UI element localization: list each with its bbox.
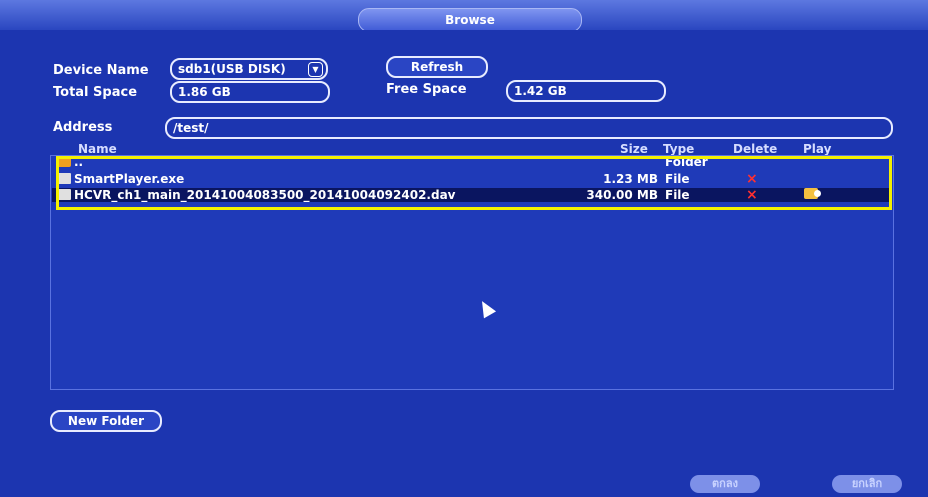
column-header-size: Size [620, 142, 648, 156]
device-name-label: Device Name [53, 63, 149, 78]
column-header-play: Play [803, 142, 832, 156]
free-space-label: Free Space [386, 82, 467, 97]
total-space-field: 1.86 GB [170, 81, 330, 103]
device-name-select[interactable]: sdb1(USB DISK) ▼ [170, 58, 328, 80]
window-title: Browse [358, 8, 582, 32]
column-header-name: Name [78, 142, 117, 156]
chevron-down-icon[interactable]: ▼ [308, 62, 323, 77]
column-header-type: Type [663, 142, 695, 156]
refresh-button[interactable]: Refresh [386, 56, 488, 78]
cancel-button[interactable]: ยกเลิก [832, 475, 902, 493]
address-label: Address [53, 120, 113, 135]
new-folder-button[interactable]: New Folder [50, 410, 162, 432]
column-header-delete: Delete [733, 142, 778, 156]
total-space-label: Total Space [53, 85, 138, 100]
address-field[interactable]: /test/ [165, 117, 893, 139]
selection-highlight [56, 156, 892, 210]
device-name-value: sdb1(USB DISK) [178, 62, 286, 76]
free-space-field: 1.42 GB [506, 80, 666, 102]
ok-button[interactable]: ตกลง [690, 475, 760, 493]
